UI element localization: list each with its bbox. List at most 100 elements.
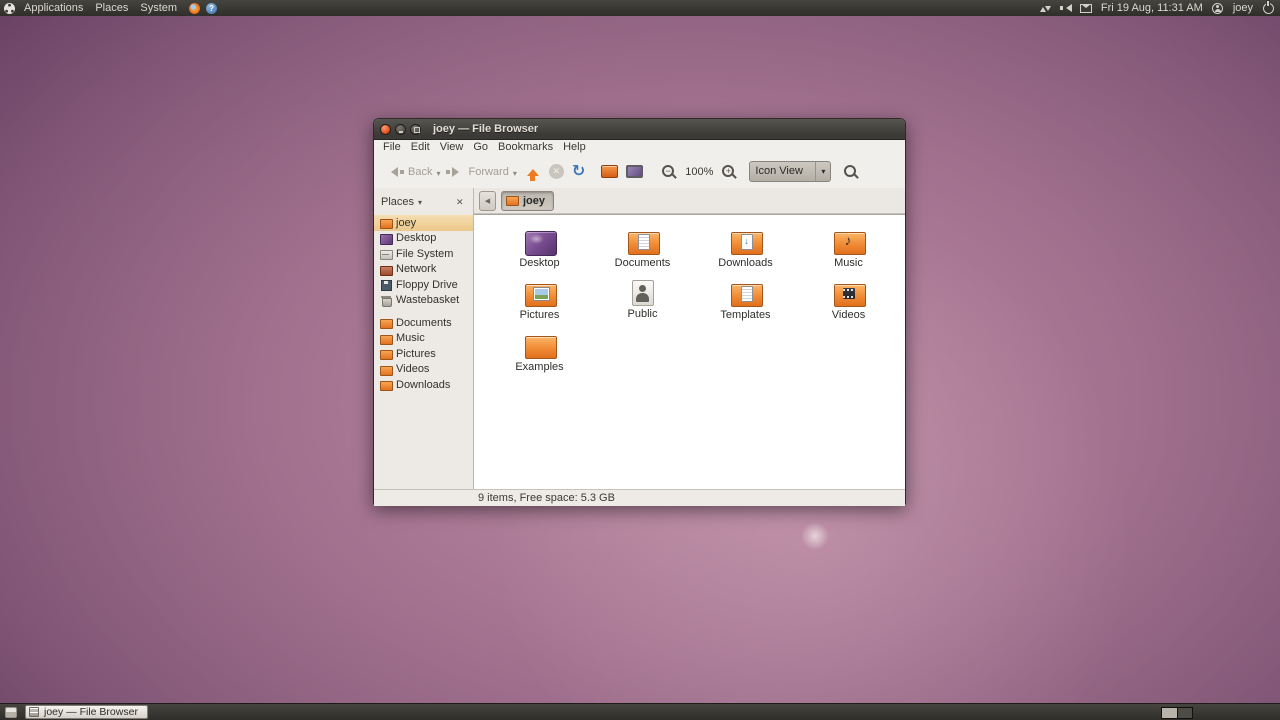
sidebar-item-floppy-drive[interactable]: Floppy Drive	[374, 277, 473, 293]
back-arrow-icon	[386, 166, 398, 177]
power-icon[interactable]	[1263, 1, 1274, 14]
zoom-level: 100%	[685, 165, 714, 178]
bottom-panel: joey — File Browser	[0, 703, 1280, 720]
help-launcher-icon[interactable]	[206, 2, 218, 14]
computer-icon	[626, 165, 644, 178]
drive-icon	[380, 248, 393, 261]
sidebar-item-pictures[interactable]: Pictures	[374, 346, 473, 362]
minimize-window-button[interactable]	[395, 123, 406, 135]
path-scroll-left-button[interactable]	[479, 190, 496, 211]
mail-indicator-icon[interactable]	[1079, 3, 1092, 13]
file-browser-window: joey — File Browser File Edit View Go Bo…	[373, 118, 906, 506]
menu-edit[interactable]: Edit	[406, 140, 435, 155]
ubuntu-logo-icon[interactable]	[4, 2, 15, 14]
up-button[interactable]	[521, 159, 545, 185]
taskbar-window-button[interactable]: joey — File Browser	[25, 705, 148, 719]
menu-applications[interactable]: Applications	[18, 0, 89, 16]
menu-system[interactable]: System	[134, 0, 183, 16]
file-downloads[interactable]: Downloads	[694, 228, 797, 280]
sidebar-item-label: Pictures	[396, 347, 436, 360]
username-label[interactable]: joey	[1232, 2, 1254, 14]
show-desktop-icon[interactable]	[5, 706, 17, 718]
clock[interactable]: Fri 19 Aug, 11:31 AM	[1101, 2, 1203, 14]
documents-folder-icon	[626, 228, 660, 255]
volume-icon[interactable]	[1059, 3, 1072, 13]
forward-dropdown-icon[interactable]	[513, 163, 517, 181]
sidebar-item-desktop[interactable]: Desktop	[374, 231, 473, 247]
user-switcher-icon[interactable]	[1211, 2, 1223, 14]
menu-file[interactable]: File	[378, 140, 406, 155]
folder-icon	[380, 217, 393, 230]
file-view[interactable]: Desktop Documents Downloads Music	[474, 214, 905, 489]
forward-arrow-icon	[452, 166, 464, 177]
file-music[interactable]: Music	[797, 228, 900, 280]
sidebar-item-label: joey	[396, 216, 417, 229]
sidebar-item-file-system[interactable]: File System	[374, 246, 473, 262]
computer-button[interactable]	[622, 159, 647, 185]
folder-icon	[380, 333, 393, 345]
titlebar[interactable]: joey — File Browser	[374, 119, 905, 140]
file-desktop[interactable]: Desktop	[488, 228, 591, 280]
back-arrow-tail	[400, 169, 404, 174]
sidebar-header-label[interactable]: Places	[381, 196, 414, 208]
sidebar-item-label: Documents	[396, 316, 452, 329]
menu-view[interactable]: View	[435, 140, 469, 155]
file-pictures[interactable]: Pictures	[488, 280, 591, 332]
pictures-folder-icon	[523, 280, 557, 307]
folder-icon	[380, 364, 393, 376]
forward-button[interactable]: Forward	[444, 159, 520, 185]
toolbar: Back Forward 100% Icon View	[374, 155, 905, 188]
workspace-1[interactable]	[1162, 708, 1177, 718]
file-label: Templates	[720, 309, 771, 321]
search-button[interactable]	[839, 159, 863, 185]
location-bar: joey	[474, 188, 905, 214]
search-icon	[843, 164, 859, 180]
zoom-out-icon	[661, 164, 677, 180]
workspace-switcher[interactable]	[1161, 707, 1193, 719]
sidebar-item-videos[interactable]: Videos	[374, 362, 473, 378]
combobox-arrow-icon[interactable]	[815, 162, 830, 181]
zoom-in-button[interactable]	[717, 159, 741, 185]
file-documents[interactable]: Documents	[591, 228, 694, 280]
sidebar-item-documents[interactable]: Documents	[374, 315, 473, 331]
breadcrumb-joey[interactable]: joey	[501, 190, 555, 211]
back-label: Back	[408, 165, 433, 178]
zoom-out-button[interactable]	[657, 159, 681, 185]
view-mode-value: Icon View	[755, 165, 803, 177]
content-column: joey Desktop Documents	[474, 188, 905, 489]
sidebar-item-joey[interactable]: joey	[374, 215, 473, 231]
panel-indicators: Fri 19 Aug, 11:31 AM joey	[1039, 1, 1280, 14]
menu-help[interactable]: Help	[558, 140, 591, 155]
firefox-launcher-icon[interactable]	[189, 2, 201, 14]
file-label: Public	[627, 308, 658, 320]
folder-icon	[380, 348, 393, 361]
menu-bookmarks[interactable]: Bookmarks	[493, 140, 558, 155]
view-mode-combobox[interactable]: Icon View	[749, 161, 832, 182]
back-dropdown-icon[interactable]	[436, 163, 440, 181]
workspace-2[interactable]	[1177, 708, 1192, 718]
stop-button[interactable]	[545, 159, 568, 185]
menu-go[interactable]: Go	[468, 140, 493, 155]
file-templates[interactable]: Templates	[694, 280, 797, 332]
file-label: Music	[834, 257, 863, 269]
sidebar-item-downloads[interactable]: Downloads	[374, 377, 473, 393]
home-button[interactable]	[597, 159, 622, 185]
network-updown-icon[interactable]	[1039, 3, 1051, 13]
sidebar-item-wastebasket[interactable]: Wastebasket	[374, 293, 473, 309]
floppy-icon	[380, 279, 392, 292]
file-public[interactable]: Public	[591, 280, 694, 332]
sidebar-close-icon[interactable]	[456, 197, 466, 207]
forward-label: Forward	[468, 165, 509, 178]
sidebar-item-music[interactable]: Music	[374, 331, 473, 347]
close-window-button[interactable]	[380, 123, 391, 135]
chevron-down-icon[interactable]	[414, 196, 422, 208]
file-videos[interactable]: Videos	[797, 280, 900, 332]
statusbar: 9 items, Free space: 5.3 GB	[374, 489, 905, 506]
templates-folder-icon	[729, 280, 763, 307]
menu-places[interactable]: Places	[89, 0, 134, 16]
maximize-window-button[interactable]	[410, 123, 421, 135]
reload-button[interactable]	[568, 159, 589, 185]
back-button[interactable]: Back	[382, 159, 444, 185]
sidebar-item-network[interactable]: Network	[374, 262, 473, 278]
file-examples[interactable]: Examples	[488, 332, 591, 384]
